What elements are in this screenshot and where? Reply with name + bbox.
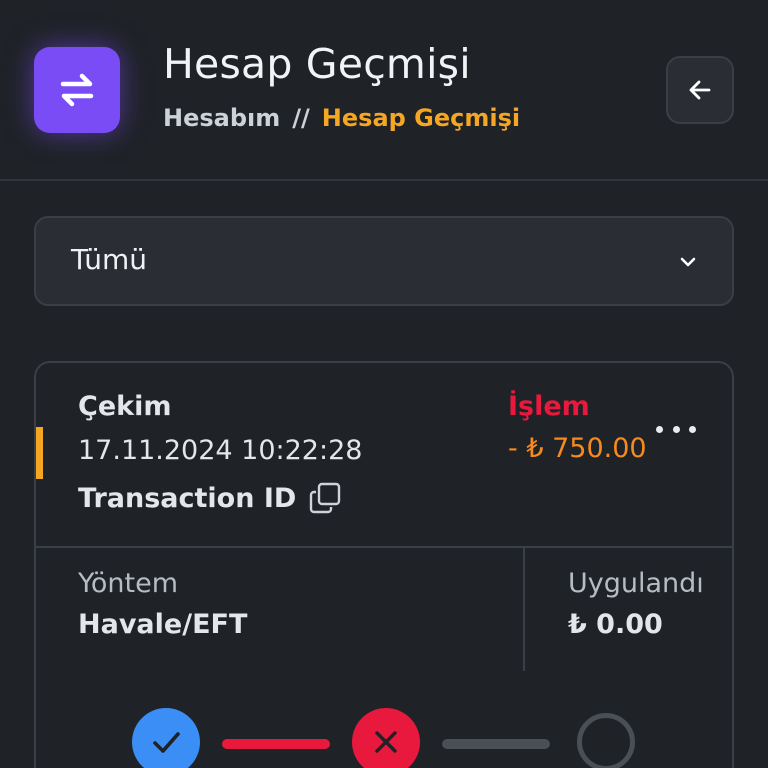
breadcrumb-current: Hesap Geçmişi — [321, 104, 521, 132]
step-failed — [352, 708, 420, 768]
swap-arrows-icon — [34, 47, 120, 133]
breadcrumb-home-link[interactable]: Hesabım — [163, 104, 280, 132]
transaction-datetime: 17.11.2024 10:22:28 — [78, 435, 363, 466]
step-completed — [132, 708, 200, 768]
filter-selected-value: Tümü — [71, 243, 148, 276]
step-pending — [577, 713, 635, 768]
method-label: Yöntem — [78, 568, 179, 599]
more-options-button[interactable] — [656, 415, 696, 443]
transaction-status: İşlem — [508, 391, 590, 422]
applied-label: Uygulandı — [568, 568, 704, 599]
transaction-id-row: Transaction ID — [78, 481, 342, 515]
card-divider — [36, 546, 732, 548]
transaction-amount: - ₺ 750.00 — [508, 433, 647, 464]
page-title: Hesap Geçmişi — [163, 40, 471, 88]
breadcrumb-separator: // — [292, 104, 310, 132]
transaction-filter-dropdown[interactable]: Tümü — [34, 216, 734, 306]
column-divider — [523, 548, 525, 671]
copy-icon[interactable] — [308, 481, 342, 515]
more-dot — [672, 425, 680, 433]
status-accent-bar — [36, 427, 43, 479]
applied-value: ₺ 0.00 — [568, 609, 663, 640]
transaction-card: Çekim 17.11.2024 10:22:28 Transaction ID… — [34, 361, 734, 768]
arrow-left-icon — [689, 80, 711, 100]
breadcrumb: Hesabım // Hesap Geçmişi — [163, 104, 520, 132]
transaction-id-label: Transaction ID — [78, 482, 297, 514]
step-connector — [222, 739, 330, 749]
checkmark-icon — [153, 732, 180, 753]
close-icon — [375, 731, 397, 753]
transaction-type: Çekim — [78, 391, 172, 422]
back-button[interactable] — [666, 56, 734, 124]
step-connector — [442, 739, 550, 749]
method-value: Havale/EFT — [78, 609, 248, 640]
chevron-down-icon — [680, 257, 696, 267]
more-dot — [689, 425, 696, 433]
page-header: Hesap Geçmişi Hesabım // Hesap Geçmişi — [0, 0, 768, 181]
more-dot — [656, 425, 663, 433]
